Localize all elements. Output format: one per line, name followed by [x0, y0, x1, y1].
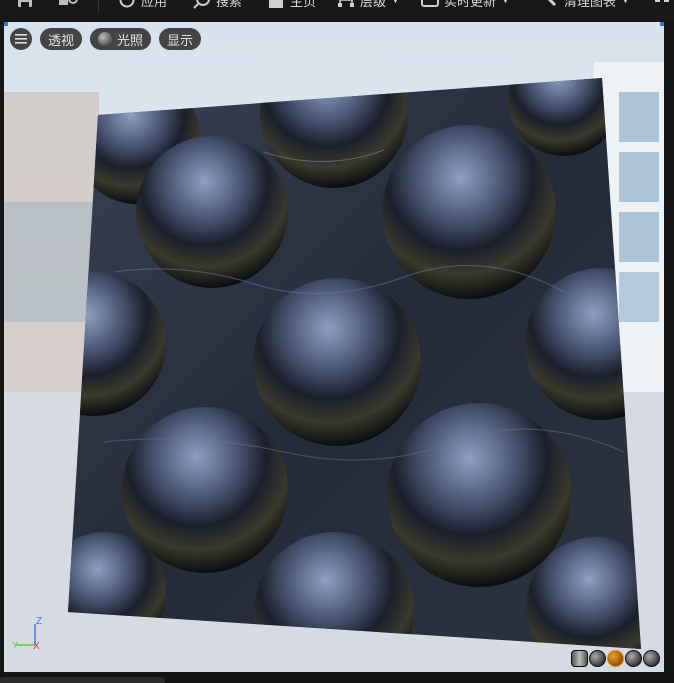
- perspective-label: 透视: [48, 32, 75, 48]
- show-label: 显示: [167, 32, 194, 48]
- hierarchy-label: 层级: [360, 0, 387, 9]
- node-graph-button[interactable]: [654, 0, 670, 9]
- viewport-menu-button[interactable]: [10, 28, 32, 50]
- lit-label: 光照: [117, 32, 144, 48]
- live-update-dropdown[interactable]: 实时更新 ▼: [421, 0, 510, 9]
- custom-mesh-icon[interactable]: [643, 650, 660, 667]
- perspective-button[interactable]: 透视: [40, 28, 82, 50]
- lit-sphere-icon: [98, 32, 112, 46]
- sphere-icon[interactable]: [589, 650, 606, 667]
- browse-icon: [59, 0, 78, 5]
- apply-label: 应用: [141, 0, 168, 9]
- material-editor-toolbar: 应用 搜索 主页 层级 ▼ 实时更新 ▼ 清理图表 ▼: [0, 0, 674, 22]
- cube-icon[interactable]: [625, 650, 642, 667]
- broom-icon: [547, 0, 557, 7]
- axis-gizmo: Y X Z: [12, 616, 42, 652]
- preview-scene: [4, 22, 664, 672]
- hamburger-icon: [15, 34, 27, 44]
- search-button[interactable]: 搜索: [193, 0, 242, 9]
- browse-button[interactable]: [58, 0, 80, 9]
- show-button[interactable]: 显示: [159, 28, 201, 50]
- apply-button[interactable]: 应用: [118, 0, 167, 9]
- axis-x-label: X: [33, 641, 40, 652]
- axis-z-label: Z: [36, 616, 42, 627]
- live-update-label: 实时更新: [444, 0, 497, 9]
- save-button[interactable]: [16, 0, 34, 9]
- clean-graph-dropdown[interactable]: 清理图表 ▼: [541, 0, 630, 9]
- viewport-focus-corner: [4, 22, 8, 26]
- hierarchy-icon: [338, 0, 354, 7]
- home-button[interactable]: 主页: [267, 0, 316, 9]
- cylinder-icon[interactable]: [571, 650, 588, 667]
- home-label: 主页: [290, 0, 317, 9]
- bottom-panel-tab[interactable]: [0, 677, 165, 683]
- node-graph-icon: [655, 0, 669, 2]
- refresh-icon: [119, 0, 135, 8]
- search-label: 搜索: [216, 0, 243, 9]
- chevron-down-icon: ▼: [501, 0, 510, 5]
- live-update-icon: [421, 0, 439, 7]
- panel-border: [664, 22, 674, 683]
- chevron-down-icon: ▼: [391, 0, 400, 5]
- plane-icon[interactable]: [607, 650, 624, 667]
- home-icon: [269, 0, 283, 8]
- search-icon: [193, 0, 210, 9]
- save-icon: [18, 0, 32, 7]
- axis-y-label: Y: [12, 640, 18, 650]
- hierarchy-dropdown[interactable]: 层级 ▼: [337, 0, 400, 9]
- material-preview-viewport[interactable]: 透视 光照 显示 Y X Z: [4, 22, 664, 672]
- clean-graph-label: 清理图表: [564, 0, 617, 9]
- lit-mode-button[interactable]: 光照: [90, 28, 151, 50]
- chevron-down-icon: ▼: [621, 0, 630, 5]
- preview-mesh-selector: [571, 650, 660, 668]
